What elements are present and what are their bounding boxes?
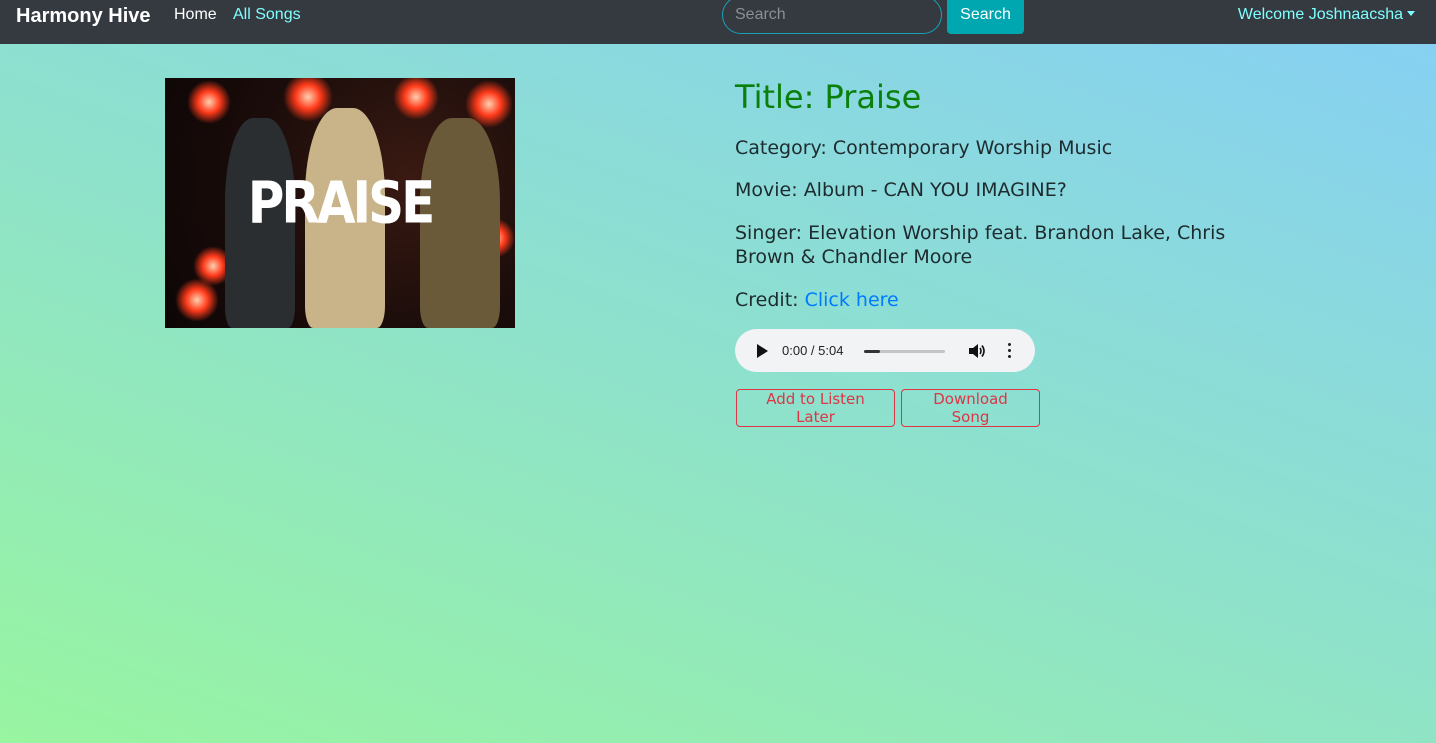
credit-label: Credit: — [735, 289, 799, 311]
nav-home-link[interactable]: Home — [174, 6, 217, 24]
song-title: Title: Praise — [735, 78, 922, 116]
stage-light — [175, 278, 219, 322]
nav-all-songs-link[interactable]: All Songs — [233, 6, 301, 24]
search-input[interactable] — [722, 0, 942, 34]
add-to-listen-later-button[interactable]: Add to Listen Later — [736, 389, 895, 427]
more-options-icon[interactable] — [1005, 343, 1013, 359]
movie-label: Movie: — [735, 179, 798, 201]
brand-logo[interactable]: Harmony Hive — [16, 5, 151, 28]
seek-bar-progress — [864, 350, 881, 353]
seek-bar[interactable] — [864, 350, 945, 353]
search-button[interactable]: Search — [947, 0, 1024, 34]
stage-light — [393, 78, 439, 120]
song-category: Category: Contemporary Worship Music — [735, 136, 1275, 160]
singer-value: Elevation Worship feat. Brandon Lake, Ch… — [735, 222, 1226, 268]
movie-value: Album - CAN YOU IMAGINE? — [803, 179, 1067, 201]
category-value: Contemporary Worship Music — [832, 137, 1113, 159]
play-icon[interactable] — [757, 344, 768, 358]
stage-light — [187, 80, 231, 124]
credit-link[interactable]: Click here — [805, 289, 899, 311]
volume-icon[interactable] — [968, 343, 986, 359]
user-menu-label: Welcome Joshnaacsha — [1237, 6, 1403, 23]
cover-title-text: PRAISE — [247, 169, 436, 237]
song-movie: Movie: Album - CAN YOU IMAGINE? — [735, 178, 1275, 202]
song-credit: Credit: Click here — [735, 288, 1275, 312]
song-singer: Singer: Elevation Worship feat. Brandon … — [735, 221, 1275, 269]
user-menu-dropdown[interactable]: Welcome Joshnaacsha — [1238, 6, 1415, 24]
audio-player: 0:00 / 5:04 — [735, 329, 1035, 372]
song-cover-image: PRAISE — [165, 78, 515, 328]
download-song-button[interactable]: Download Song — [901, 389, 1040, 427]
playback-time: 0:00 / 5:04 — [782, 343, 844, 358]
navbar: Harmony Hive Home All Songs Search Welco… — [0, 0, 1436, 44]
caret-down-icon — [1407, 11, 1415, 16]
category-label: Category: — [735, 137, 827, 159]
singer-label: Singer: — [735, 222, 803, 244]
